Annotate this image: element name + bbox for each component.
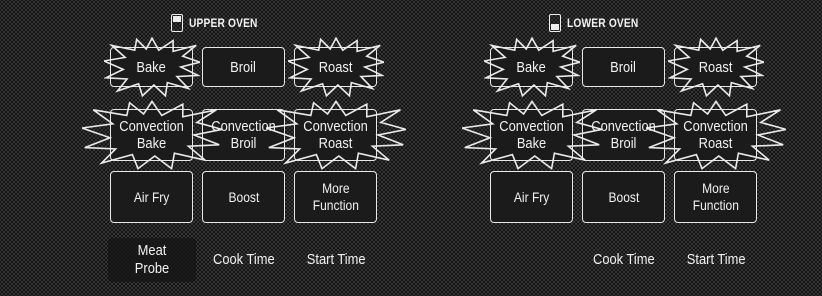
lower-roast-button[interactable]: Roast xyxy=(667,37,764,97)
lower-more-function-button[interactable]: More Function xyxy=(674,171,757,223)
lower-oven-icon xyxy=(548,14,561,32)
upper-roast-button[interactable]: Roast xyxy=(287,37,384,97)
lower-start-time-label: Start Time xyxy=(686,251,746,268)
upper-broil-label: Broil xyxy=(230,58,257,76)
lower-convection-bake-button[interactable]: Convection Bake xyxy=(461,100,602,170)
lower-convection-broil-button[interactable]: Convection Broil xyxy=(582,109,665,161)
upper-oven-header: UPPER OVEN xyxy=(30,12,410,34)
lower-convection-broil-label: Convection Broil xyxy=(591,118,656,152)
lower-convection-roast-label: Convection Roast xyxy=(683,118,748,152)
lower-bake-label: Bake xyxy=(516,58,547,76)
lower-air-fry-button[interactable]: Air Fry xyxy=(490,171,573,223)
upper-air-fry-label: Air Fry xyxy=(133,188,170,205)
upper-cook-time-button[interactable]: Cook Time xyxy=(200,238,288,282)
upper-roast-label: Roast xyxy=(318,58,353,76)
upper-oven-title: UPPER OVEN xyxy=(188,16,258,30)
lower-oven-header: LOWER OVEN xyxy=(410,12,790,34)
upper-bake-label: Bake xyxy=(136,58,167,76)
upper-more-function-label: More Function xyxy=(312,180,359,213)
upper-start-time-button[interactable]: Start Time xyxy=(292,238,380,282)
lower-convection-bake-label: Convection Bake xyxy=(499,118,564,152)
lower-cook-time-label: Cook Time xyxy=(593,251,655,268)
upper-convection-broil-label: Convection Broil xyxy=(211,118,276,152)
lower-boost-label: Boost xyxy=(608,188,639,205)
upper-convection-roast-label: Convection Roast xyxy=(303,118,368,152)
upper-meat-probe-label: Meat Probe xyxy=(134,242,170,277)
upper-convection-roast-button[interactable]: Convection Roast xyxy=(265,100,406,170)
upper-meat-probe-button[interactable]: Meat Probe xyxy=(108,238,196,282)
upper-convection-bake-button[interactable]: Convection Bake xyxy=(81,100,222,170)
lower-broil-button[interactable]: Broil xyxy=(582,47,665,87)
upper-oven-icon xyxy=(170,14,183,32)
lower-boost-button[interactable]: Boost xyxy=(582,171,665,223)
lower-convection-roast-button[interactable]: Convection Roast xyxy=(645,100,786,170)
upper-air-fry-button[interactable]: Air Fry xyxy=(110,171,193,223)
lower-oven-panel: LOWER OVEN Bake Broil Roast Convection B… xyxy=(410,0,790,296)
lower-start-time-button[interactable]: Start Time xyxy=(672,238,760,282)
upper-bake-button[interactable]: Bake xyxy=(103,37,200,97)
lower-bake-button[interactable]: Bake xyxy=(483,37,580,97)
upper-oven-panel: UPPER OVEN Bake Broil Roast Convection B… xyxy=(30,0,410,296)
upper-convection-broil-button[interactable]: Convection Broil xyxy=(202,109,285,161)
lower-air-fry-label: Air Fry xyxy=(513,188,550,205)
upper-boost-button[interactable]: Boost xyxy=(202,171,285,223)
lower-broil-label: Broil xyxy=(610,58,637,76)
upper-broil-button[interactable]: Broil xyxy=(202,47,285,87)
upper-convection-bake-label: Convection Bake xyxy=(119,118,184,152)
lower-roast-label: Roast xyxy=(698,58,733,76)
upper-cook-time-label: Cook Time xyxy=(213,251,275,268)
lower-cook-time-button[interactable]: Cook Time xyxy=(580,238,668,282)
upper-more-function-button[interactable]: More Function xyxy=(294,171,377,223)
lower-more-function-label: More Function xyxy=(692,180,739,213)
upper-boost-label: Boost xyxy=(228,188,259,205)
lower-oven-title: LOWER OVEN xyxy=(566,16,639,30)
upper-start-time-label: Start Time xyxy=(306,251,366,268)
